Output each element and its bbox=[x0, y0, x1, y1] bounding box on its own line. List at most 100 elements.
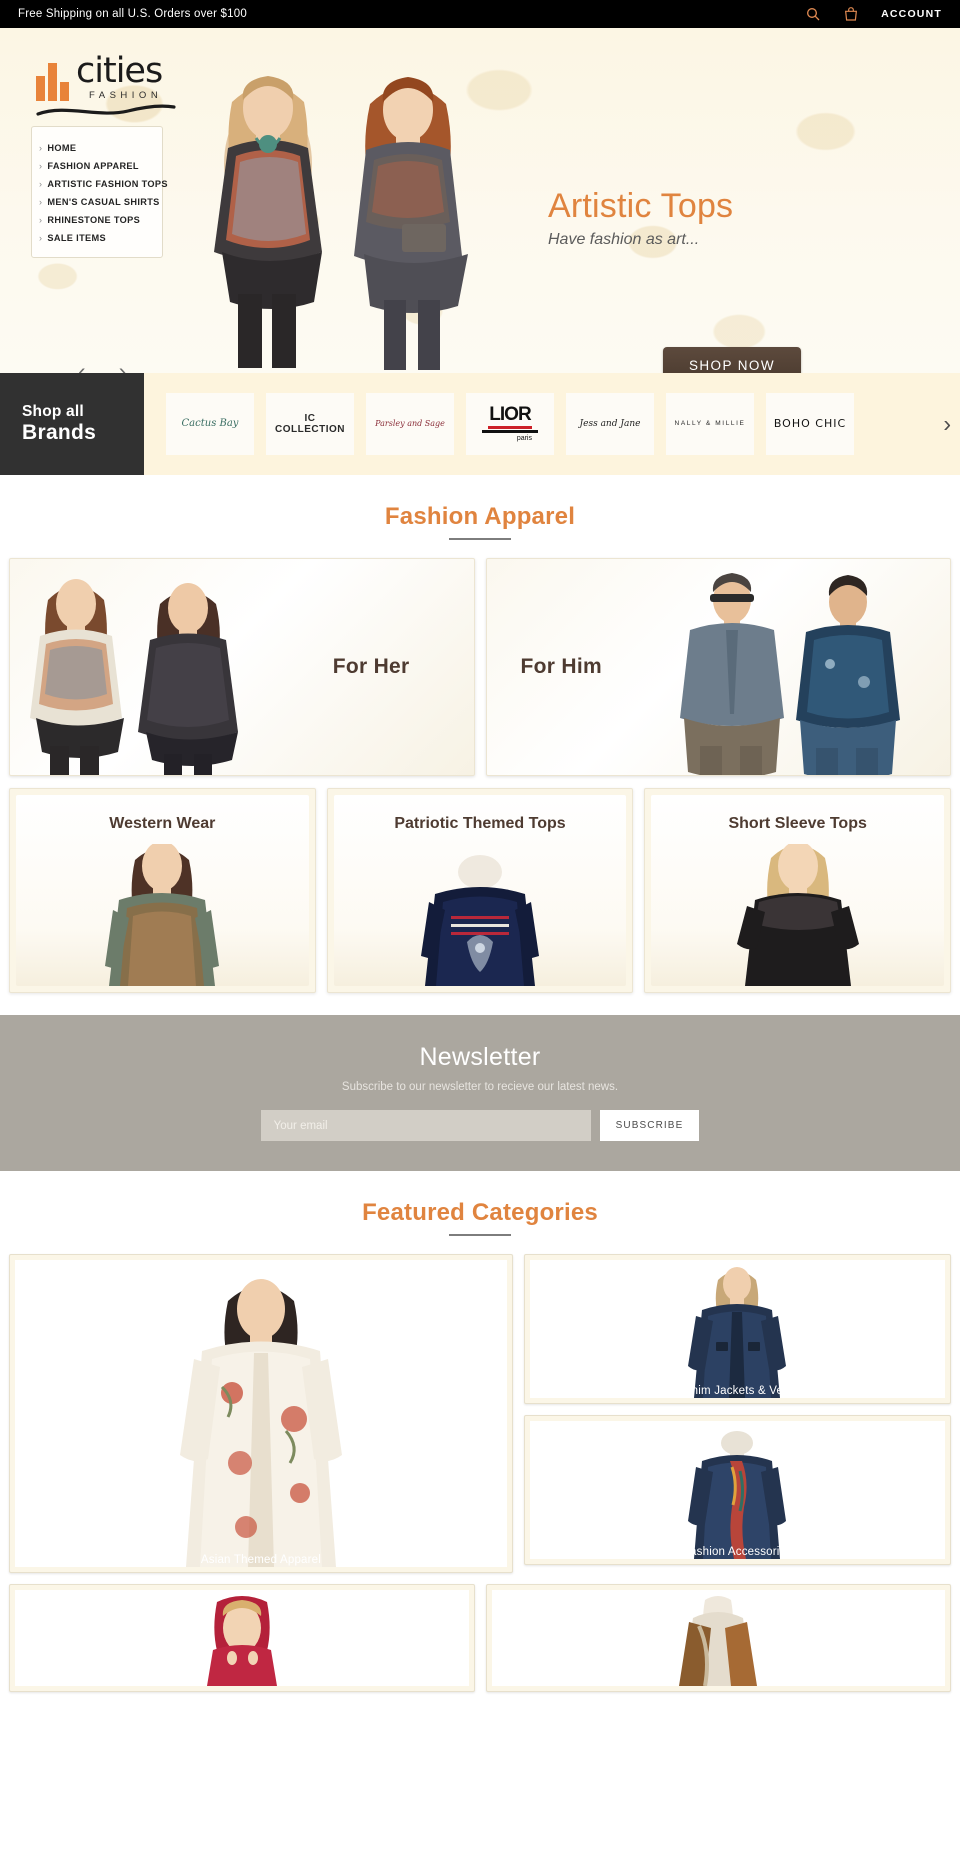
featured-card-bottom-left[interactable] bbox=[9, 1584, 475, 1692]
nav-item-label: HOME bbox=[47, 143, 77, 153]
account-link[interactable]: ACCOUNT bbox=[881, 8, 942, 20]
newsletter-email-input[interactable] bbox=[260, 1110, 591, 1141]
featured-card-label: Asian Themed Apparel bbox=[200, 1554, 322, 1566]
featured-card-fashion-accessories[interactable]: Fashion Accessories bbox=[523, 1415, 951, 1565]
fashion-apparel-heading-block: Fashion Apparel bbox=[0, 475, 960, 558]
red-hood-model-photo bbox=[206, 1596, 277, 1686]
nav-item-sale-items[interactable]: › SALE ITEMS bbox=[32, 229, 162, 247]
category-card-for-her[interactable]: For Her bbox=[9, 558, 475, 776]
logo-bars-icon bbox=[36, 59, 69, 101]
newsletter-subscribe-button[interactable]: SUBSCRIBE bbox=[599, 1110, 700, 1141]
brands-carousel: Shop all Brands Cactus Bay IC COLLECTION… bbox=[0, 373, 960, 475]
chevron-right-icon: › bbox=[39, 143, 43, 153]
lior-black-rule bbox=[482, 429, 538, 433]
shop-now-button[interactable]: SHOP NOW bbox=[663, 347, 801, 373]
for-her-photo bbox=[30, 579, 238, 775]
lior-red-rule bbox=[488, 425, 532, 429]
apparel-tri-cards-row: Western Wear Patriotic Themed Tops Short… bbox=[0, 776, 960, 993]
featured-card-bottom-right[interactable] bbox=[485, 1584, 951, 1692]
brand-logo-jess-and-jane[interactable]: Jess and Jane bbox=[566, 393, 654, 455]
top-announcement-bar: Free Shipping on all U.S. Orders over $1… bbox=[0, 0, 960, 28]
category-card-for-him[interactable]: For Him bbox=[485, 558, 951, 776]
hero-subtitle: Have fashion as art... bbox=[548, 231, 700, 249]
category-card-label: For Her bbox=[332, 655, 410, 678]
nav-item-home[interactable]: › HOME bbox=[32, 139, 162, 157]
brand-name: IC COLLECTION bbox=[275, 412, 345, 436]
nav-item-label: ARTISTIC FASHION TOPS bbox=[47, 179, 168, 189]
shop-all-brands-block[interactable]: Shop all Brands bbox=[0, 373, 144, 475]
featured-card-label-bar: Asian Themed Apparel bbox=[10, 1548, 512, 1572]
brand-logo-parsley-and-sage[interactable]: Parsley and Sage bbox=[366, 393, 454, 455]
featured-categories-heading-block: Featured Categories bbox=[0, 1171, 960, 1254]
brand-logo-boho-chic[interactable]: BOHO CHIC bbox=[766, 393, 854, 455]
apparel-big-cards-row: For Her For Him bbox=[0, 558, 960, 776]
asian-themed-apparel-photo bbox=[179, 1279, 342, 1567]
page-section-title: Fashion Apparel bbox=[385, 503, 575, 540]
category-card-label: Short Sleeve Tops bbox=[728, 815, 867, 832]
carousel-next-icon[interactable]: › bbox=[119, 360, 127, 374]
featured-card-asian-themed-apparel[interactable]: Asian Themed Apparel bbox=[9, 1254, 513, 1573]
featured-card-denim-jackets-vests[interactable]: Denim Jackets & Vests bbox=[523, 1254, 951, 1404]
shipping-message: Free Shipping on all U.S. Orders over $1… bbox=[18, 8, 247, 20]
chevron-right-icon: › bbox=[39, 233, 43, 243]
chevron-right-icon: › bbox=[39, 215, 43, 225]
category-card-label: Patriotic Themed Tops bbox=[394, 815, 566, 832]
featured-categories-grid: Asian Themed Apparel Denim Jackets & Ves… bbox=[0, 1254, 960, 1692]
category-card-western-wear[interactable]: Western Wear bbox=[9, 788, 316, 993]
brand-name: NALLY & MILLIE bbox=[674, 420, 746, 428]
nav-item-label: SALE ITEMS bbox=[47, 233, 106, 243]
patriotic-tops-photo bbox=[421, 855, 539, 986]
featured-card-image bbox=[529, 1260, 945, 1398]
site-logo[interactable]: cities FASHION bbox=[36, 54, 178, 123]
brand-name: Cactus Bay bbox=[181, 418, 239, 430]
brand-logo-ic-collection[interactable]: IC COLLECTION bbox=[266, 393, 354, 455]
nav-item-artistic-fashion-tops[interactable]: › ARTISTIC FASHION TOPS bbox=[32, 175, 168, 193]
short-sleeve-tops-photo bbox=[736, 844, 859, 986]
featured-card-image bbox=[529, 1421, 945, 1559]
featured-bottom-row bbox=[9, 1584, 951, 1692]
featured-card-label-bar: Denim Jackets & Vests bbox=[525, 1379, 950, 1403]
page-section-title: Featured Categories bbox=[362, 1199, 598, 1236]
brand-logo-cactus-bay[interactable]: Cactus Bay bbox=[166, 393, 254, 455]
nav-item-label: FASHION APPAREL bbox=[47, 161, 139, 171]
nav-item-label: MEN'S CASUAL SHIRTS bbox=[47, 197, 160, 207]
newsletter-subtitle: Subscribe to our newsletter to recieve o… bbox=[341, 1081, 619, 1093]
category-card-label: Western Wear bbox=[109, 815, 216, 832]
brand-sub: paris bbox=[516, 434, 532, 442]
brand-logo-nally-and-millie[interactable]: NALLY & MILLIE bbox=[666, 393, 754, 455]
carousel-prev-icon[interactable]: ‹ bbox=[78, 360, 86, 374]
shopping-bag-icon[interactable] bbox=[843, 6, 859, 22]
brand-name: LIOR bbox=[489, 404, 531, 426]
brands-label-line1: Shop all bbox=[22, 403, 84, 420]
for-him-photo bbox=[680, 573, 900, 775]
featured-card-image bbox=[15, 1260, 507, 1567]
brands-track: Cactus Bay IC COLLECTION Parsley and Sag… bbox=[144, 373, 960, 475]
featured-card-label: Denim Jackets & Vests bbox=[676, 1385, 799, 1397]
hero-title: Artistic Tops bbox=[548, 187, 734, 225]
nav-item-rhinestone-tops[interactable]: › RHINESTONE TOPS bbox=[32, 211, 162, 229]
brands-next-icon[interactable]: › bbox=[943, 411, 951, 438]
category-card-patriotic-themed-tops[interactable]: Patriotic Themed Tops bbox=[326, 788, 634, 993]
brand-name: Parsley and Sage bbox=[375, 419, 445, 429]
chevron-right-icon: › bbox=[39, 161, 43, 171]
chevron-right-icon: › bbox=[39, 197, 43, 207]
brand-logo-lior-paris[interactable]: LIOR paris bbox=[466, 393, 554, 455]
western-wear-photo bbox=[105, 844, 220, 986]
newsletter-title: Newsletter bbox=[419, 1043, 541, 1071]
mannequin-scarf-photo bbox=[679, 1596, 758, 1686]
category-card-short-sleeve-tops[interactable]: Short Sleeve Tops bbox=[644, 788, 952, 993]
nav-item-mens-casual-shirts[interactable]: › MEN'S CASUAL SHIRTS bbox=[32, 193, 162, 211]
newsletter-section: Newsletter Subscribe to our newsletter t… bbox=[0, 1015, 960, 1171]
featured-card-image bbox=[491, 1590, 945, 1686]
featured-card-label-bar: Fashion Accessories bbox=[525, 1540, 950, 1564]
search-icon[interactable] bbox=[805, 6, 821, 22]
logo-swoosh-icon bbox=[36, 103, 176, 116]
newsletter-form: SUBSCRIBE bbox=[0, 1110, 960, 1141]
nav-item-fashion-apparel[interactable]: › FASHION APPAREL bbox=[32, 157, 162, 175]
topbar-actions: ACCOUNT bbox=[805, 6, 942, 22]
featured-card-label: Fashion Accessories bbox=[682, 1546, 793, 1558]
nav-item-label: RHINESTONE TOPS bbox=[47, 215, 141, 225]
category-card-label: For Him bbox=[520, 655, 602, 678]
brands-label-line2: Brands bbox=[22, 421, 97, 444]
featured-card-image bbox=[15, 1590, 469, 1686]
